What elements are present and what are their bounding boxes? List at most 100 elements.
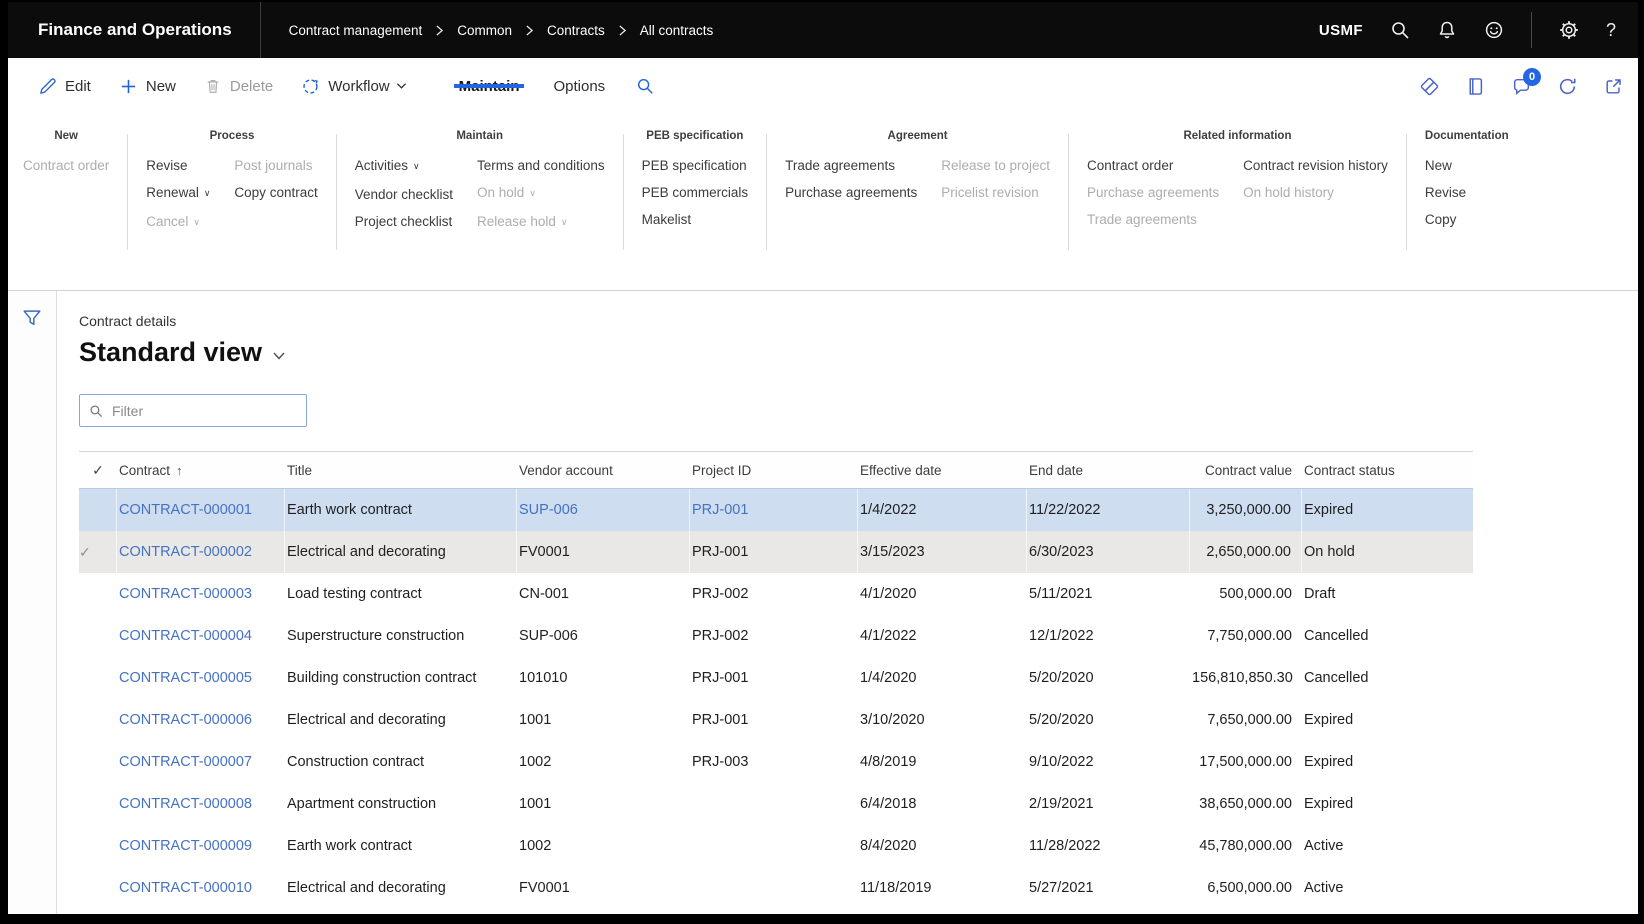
table-row[interactable]: CONTRACT-000006Electrical and decorating… [79, 699, 1473, 741]
ribbon-group-divider [336, 134, 337, 250]
breadcrumb-item-common[interactable]: Common [457, 23, 512, 38]
ribbon-item-post-journals: Post journals [234, 157, 317, 174]
workflow-button[interactable]: Workflow [287, 77, 420, 96]
refresh-icon[interactable] [1557, 76, 1578, 97]
contract-link[interactable]: CONTRACT-000003 [117, 586, 285, 602]
end-date-cell: 5/20/2020 [1027, 712, 1190, 728]
project-id-cell[interactable]: PRJ-001 [690, 489, 858, 531]
title-cell: Earth work contract [285, 489, 517, 531]
breadcrumb-item-all-contracts[interactable]: All contracts [640, 23, 714, 38]
ribbon-item-project-checklist[interactable]: Project checklist [355, 213, 453, 230]
ribbon-item-peb-commercials[interactable]: PEB commercials [642, 184, 749, 201]
breadcrumb: Contract management Common Contracts All co… [261, 23, 714, 38]
grid-filter-box[interactable] [79, 394, 307, 427]
ribbon-item-revise[interactable]: Revise [146, 157, 210, 174]
column-header-contract-value[interactable]: Contract value [1190, 463, 1302, 478]
ribbon-item-renewal[interactable]: Renewal∨ [146, 184, 210, 203]
contract-link[interactable]: CONTRACT-000007 [117, 754, 285, 770]
ribbon-group-peb-specification: PEB specificationPEB specificationPEB co… [637, 130, 754, 228]
ribbon-item-copy-contract[interactable]: Copy contract [234, 184, 317, 201]
contract-link[interactable]: CONTRACT-000001 [117, 489, 285, 531]
breadcrumb-item-contracts[interactable]: Contracts [547, 23, 605, 38]
project-id-cell: PRJ-002 [690, 586, 858, 602]
column-header-effective-date[interactable]: Effective date [858, 463, 1027, 478]
title-cell: Earth work contract [285, 838, 517, 854]
ribbon-group-divider [1068, 134, 1069, 250]
table-row[interactable]: CONTRACT-000005Building construction con… [79, 657, 1473, 699]
tab-options[interactable]: Options [536, 78, 622, 95]
filter-input[interactable] [110, 402, 297, 420]
edit-button[interactable]: Edit [24, 77, 105, 96]
contract-link[interactable]: CONTRACT-000005 [117, 670, 285, 686]
chevron-down-icon [272, 351, 286, 361]
column-header-contract-status[interactable]: Contract status [1302, 463, 1473, 478]
table-row[interactable]: CONTRACT-000003Load testing contractCN-0… [79, 573, 1473, 615]
vendor-account-cell: 101010 [517, 670, 690, 686]
ribbon-item-activities[interactable]: Activities∨ [355, 157, 453, 176]
contract-link[interactable]: CONTRACT-000004 [117, 628, 285, 644]
column-header-contract[interactable]: Contract↑ [117, 463, 285, 478]
settings-gear-icon[interactable] [1559, 20, 1579, 40]
ribbon-item-release-to-project: Release to project [941, 157, 1050, 174]
column-header-title[interactable]: Title [285, 463, 517, 478]
table-row[interactable]: CONTRACT-000001Earth work contractSUP-00… [79, 489, 1473, 531]
feedback-smiley-icon[interactable] [1484, 20, 1504, 40]
ribbon-item-new[interactable]: New [1425, 157, 1466, 174]
ribbon-item-contract-order[interactable]: Contract order [1087, 157, 1219, 174]
title-cell: Electrical and decorating [285, 531, 517, 573]
contract-link[interactable]: CONTRACT-000010 [117, 880, 285, 896]
contract-status-cell: Cancelled [1302, 628, 1473, 644]
table-row[interactable]: CONTRACT-000007Construction contract1002… [79, 741, 1473, 783]
ribbon-item-vendor-checklist[interactable]: Vendor checklist [355, 186, 453, 203]
tab-maintain[interactable]: Maintain [442, 78, 537, 95]
end-date-cell: 5/11/2021 [1027, 586, 1190, 602]
vendor-account-cell[interactable]: SUP-006 [517, 489, 690, 531]
title-cell: Load testing contract [285, 586, 517, 602]
contract-link[interactable]: CONTRACT-000002 [117, 531, 285, 573]
top-navigation-bar: Finance and Operations Contract manageme… [8, 2, 1638, 58]
search-icon[interactable] [1390, 20, 1410, 40]
ribbon-group-title: Documentation [1425, 130, 1509, 142]
project-id-cell: PRJ-001 [690, 712, 858, 728]
open-in-new-window-icon[interactable] [1603, 76, 1624, 97]
chevron-right-icon [525, 24, 534, 37]
ribbon: NewContract orderProcessReviseRenewal∨Ca… [8, 114, 1638, 290]
power-apps-icon[interactable] [1419, 76, 1440, 97]
ribbon-item-copy[interactable]: Copy [1425, 211, 1466, 228]
action-bar-buttons: Edit New Delete Workflow Maintain Option… [8, 58, 668, 114]
help-icon[interactable]: ? [1606, 20, 1616, 41]
ribbon-item-purchase-agreements[interactable]: Purchase agreements [785, 184, 917, 201]
new-button[interactable]: New [105, 77, 190, 96]
row-checkbox[interactable]: ✓ [79, 531, 117, 573]
view-selector[interactable]: Standard view [79, 337, 286, 368]
messages-icon[interactable]: 0 [1511, 76, 1532, 97]
table-row[interactable]: CONTRACT-000010Electrical and decorating… [79, 867, 1473, 909]
ribbon-item-terms-and-conditions[interactable]: Terms and conditions [477, 157, 605, 174]
action-bar-right-icons: 0 [1419, 58, 1638, 114]
notification-bell-icon[interactable] [1437, 20, 1457, 40]
breadcrumb-item-contract-management[interactable]: Contract management [289, 23, 423, 38]
pencil-icon [38, 77, 57, 96]
column-header-project-id[interactable]: Project ID [690, 463, 858, 478]
select-all-checkbox[interactable]: ✓ [79, 462, 117, 479]
table-row[interactable]: ✓CONTRACT-000002Electrical and decoratin… [79, 531, 1473, 573]
contract-link[interactable]: CONTRACT-000009 [117, 838, 285, 854]
task-guide-book-icon[interactable] [1465, 76, 1486, 97]
ribbon-item-makelist[interactable]: Makelist [642, 211, 749, 228]
ribbon-item-contract-revision-history[interactable]: Contract revision history [1243, 157, 1388, 174]
ribbon-item-revise[interactable]: Revise [1425, 184, 1466, 201]
table-row[interactable]: CONTRACT-000004Superstructure constructi… [79, 615, 1473, 657]
row-checkbox[interactable] [79, 489, 117, 531]
table-row[interactable]: CONTRACT-000008Apartment construction100… [79, 783, 1473, 825]
ribbon-item-trade-agreements[interactable]: Trade agreements [785, 157, 917, 174]
ribbon-item-peb-specification[interactable]: PEB specification [642, 157, 749, 174]
column-header-vendor-account[interactable]: Vendor account [517, 463, 690, 478]
company-selector[interactable]: USMF [1319, 22, 1363, 39]
contract-link[interactable]: CONTRACT-000006 [117, 712, 285, 728]
end-date-cell: 2/19/2021 [1027, 796, 1190, 812]
action-search-icon[interactable] [622, 77, 668, 95]
column-header-end-date[interactable]: End date [1027, 463, 1190, 478]
filter-funnel-icon[interactable] [21, 307, 43, 329]
table-row[interactable]: CONTRACT-000009Earth work contract10028/… [79, 825, 1473, 867]
contract-link[interactable]: CONTRACT-000008 [117, 796, 285, 812]
